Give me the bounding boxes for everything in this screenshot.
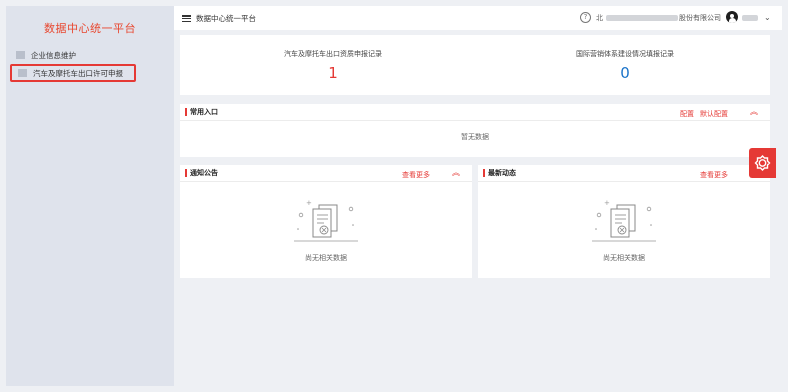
sidebar-item-export-permit[interactable]: 汽车及摩托车出口许可申报: [10, 64, 136, 82]
empty-document-icon: +: [294, 199, 358, 242]
view-more-link[interactable]: 查看更多: [402, 170, 430, 180]
app-title: 数据中心统一平台: [196, 14, 256, 23]
view-more-link[interactable]: 查看更多: [700, 170, 728, 180]
chevron-down-icon[interactable]: ⌄: [764, 13, 771, 22]
stat-value-marketing[interactable]: 0: [525, 64, 725, 82]
stat-label-marketing: 国际营销体系建设情况填报记录: [576, 50, 674, 58]
sidebar: 数据中心统一平台 企业信息维护 汽车及摩托车出口许可申报: [6, 6, 174, 386]
news-panel: 最新动态 查看更多 + 尚无相关数据: [478, 165, 770, 278]
redacted-user-name[interactable]: [742, 15, 758, 21]
sidebar-item-label: 汽车及摩托车出口许可申报: [33, 68, 123, 78]
stat-value-qualification[interactable]: 1: [233, 64, 433, 82]
panel-title: 最新动态: [483, 169, 516, 177]
stat-label-qualification: 汽车及摩托车出口资质申报记录: [284, 50, 382, 58]
panel-title: 常用入口: [185, 108, 218, 116]
list-icon: [18, 69, 27, 77]
help-icon[interactable]: ?: [580, 12, 591, 23]
panel-header: 常用入口 配置 默认配置 ︽: [180, 104, 770, 121]
company-name-prefix: 北: [596, 14, 603, 22]
menu-icon[interactable]: [182, 15, 191, 23]
user-avatar-icon[interactable]: [726, 11, 738, 23]
default-config-link[interactable]: 默认配置: [700, 109, 728, 119]
svg-text:+: +: [604, 199, 610, 207]
config-link[interactable]: 配置: [680, 109, 694, 119]
company-name-suffix: 股份有限公司: [679, 14, 721, 22]
redacted-company-name: [606, 15, 678, 21]
sidebar-item-company-info[interactable]: 企业信息维护: [16, 48, 76, 62]
svg-text:+: +: [306, 199, 312, 207]
floating-settings-button[interactable]: [749, 148, 776, 178]
sidebar-item-label: 企业信息维护: [31, 50, 76, 60]
stats-panel: 汽车及摩托车出口资质申报记录 1 国际营销体系建设情况填报记录 0: [180, 35, 770, 95]
list-icon: [16, 51, 25, 59]
collapse-icon[interactable]: ︽: [750, 108, 758, 116]
panel-header: 最新动态 查看更多: [478, 165, 770, 182]
sidebar-title: 数据中心统一平台: [44, 22, 136, 35]
collapse-icon[interactable]: ︽: [452, 169, 460, 177]
top-bar: 数据中心统一平台 ? 北 股份有限公司 ⌄: [174, 6, 782, 30]
panel-title: 通知公告: [185, 169, 218, 177]
quick-entry-panel: 常用入口 配置 默认配置 ︽ 暂无数据: [180, 104, 770, 157]
empty-document-icon: +: [592, 199, 656, 242]
empty-text: 暂无数据: [461, 133, 489, 141]
gear-icon: [754, 155, 771, 171]
notices-panel: 通知公告 查看更多 ︽ + 尚无相关数据: [180, 165, 472, 278]
empty-text: 尚无相关数据: [603, 254, 645, 262]
empty-text: 尚无相关数据: [305, 254, 347, 262]
panel-header: 通知公告 查看更多 ︽: [180, 165, 472, 182]
